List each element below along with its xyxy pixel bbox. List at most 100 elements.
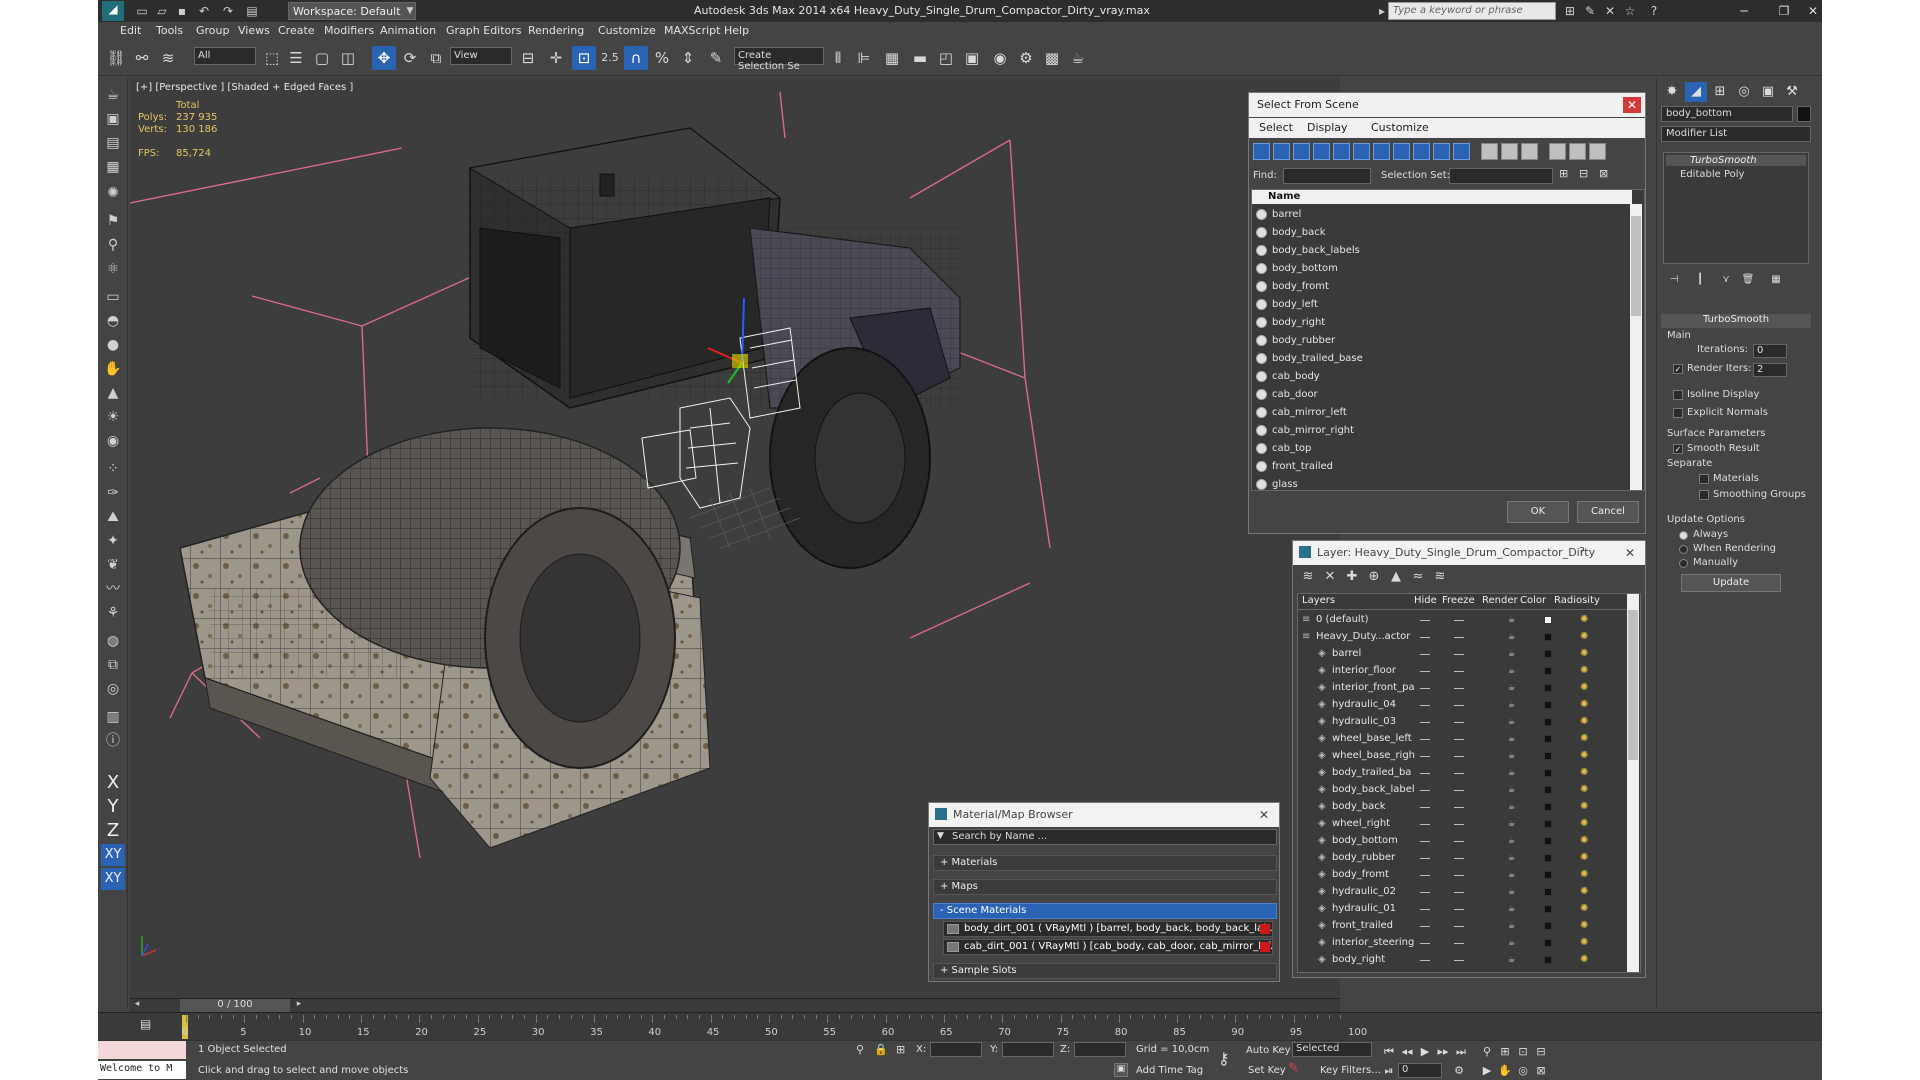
freeze-toggle[interactable] — [1454, 637, 1464, 638]
menu-views[interactable]: Views — [238, 24, 270, 37]
layer-row[interactable]: ◈ wheel_base_left ☕ ✺ — [1298, 731, 1628, 748]
layer-color-swatch[interactable] — [1544, 667, 1552, 675]
graphite-icon[interactable]: ▬ — [908, 46, 932, 70]
layer-row[interactable]: ◈ body_bottom ☕ ✺ — [1298, 833, 1628, 850]
modifier-list-dropdown[interactable]: Modifier List — [1661, 126, 1811, 142]
freeze-toggle[interactable] — [1454, 909, 1464, 910]
stack-item-turbosmooth[interactable]: TurboSmooth — [1666, 155, 1806, 166]
layer-row[interactable]: ◈ hydraulic_02 ☕ ✺ — [1298, 884, 1628, 901]
render-teapot-icon[interactable]: ☕ — [1508, 904, 1518, 914]
freeze-toggle[interactable] — [1454, 892, 1464, 893]
open-icon[interactable]: ▱ — [154, 3, 170, 19]
hide-toggle[interactable] — [1420, 671, 1430, 672]
bind-space-warp-icon[interactable]: ≋ — [156, 46, 180, 70]
auto-key-button[interactable]: Auto Key — [1246, 1045, 1291, 1056]
freeze-toggle[interactable] — [1454, 926, 1464, 927]
mat-section-maps[interactable]: + Maps — [933, 879, 1277, 895]
favorites-star-icon[interactable]: ☆ — [1622, 3, 1638, 19]
menu-customize[interactable]: Customize — [598, 24, 656, 37]
radiosity-icon[interactable]: ✺ — [1580, 648, 1592, 660]
layer-color-swatch[interactable] — [1544, 769, 1552, 777]
update-button[interactable]: Update — [1681, 574, 1781, 592]
hide-toggle[interactable] — [1420, 926, 1430, 927]
layer-row[interactable]: ◈ body_trailed_ba ☕ ✺ — [1298, 765, 1628, 782]
layer-row[interactable]: ◈ body_back ☕ ✺ — [1298, 799, 1628, 816]
layers-column-header[interactable]: Layers — [1302, 595, 1335, 606]
layer-row[interactable]: ◈ wheel_right ☕ ✺ — [1298, 816, 1628, 833]
cone-icon[interactable]: ▲ — [101, 382, 125, 404]
hide-column-header[interactable]: Hide — [1414, 595, 1437, 606]
layer-color-swatch[interactable] — [1544, 684, 1552, 692]
layer-manager-icon[interactable]: ▦ — [880, 46, 904, 70]
radiosity-icon[interactable]: ✺ — [1580, 631, 1592, 643]
menu-help[interactable]: Help — [724, 24, 749, 37]
hand-icon[interactable]: ✋ — [101, 358, 125, 380]
select-rotate-icon[interactable]: ⟳ — [398, 46, 422, 70]
hide-toggle[interactable] — [1420, 875, 1430, 876]
display-tab-icon[interactable]: ▣ — [1757, 82, 1779, 102]
menu-modifiers[interactable]: Modifiers — [324, 24, 374, 37]
layer-row[interactable]: ◈ body_rubber ☕ ✺ — [1298, 850, 1628, 867]
sfs-select-all-icon[interactable] — [1481, 143, 1498, 160]
helper-icon[interactable]: ⚲ — [101, 234, 125, 256]
layer-color-swatch[interactable] — [1544, 956, 1552, 964]
trackbar[interactable]: ▤ 0 5 10 15 20 25 30 35 40 45 50 55 60 65 70 75 80 85 90 95… — [98, 1012, 1822, 1040]
hide-toggle[interactable] — [1420, 756, 1430, 757]
mat-item-cab-dirt[interactable]: cab_dirt_001 ( VRayMtl ) [cab_body, cab_… — [943, 939, 1273, 955]
sfs-selset-edit-icon[interactable]: ⊟ — [1579, 167, 1597, 185]
next-frame-icon[interactable]: ▸ — [292, 999, 306, 1012]
render-teapot-icon[interactable]: ☕ — [1508, 632, 1518, 642]
z-coord-field[interactable] — [1074, 1042, 1126, 1057]
sfs-helpers-icon[interactable] — [1333, 143, 1350, 160]
rendered-frame-icon[interactable]: ▩ — [1040, 46, 1064, 70]
sfs-list-item[interactable]: body_fromt — [1252, 278, 1632, 296]
layer-row[interactable]: ≡ 0 (default) ☕ ✺ — [1298, 612, 1628, 629]
layer-row[interactable]: ◈ body_right ☕ ✺ — [1298, 952, 1628, 969]
render-teapot-icon[interactable]: ☕ — [1508, 819, 1518, 829]
undo-icon[interactable]: ↶ — [196, 3, 212, 19]
sphere-icon[interactable]: ● — [101, 334, 125, 356]
radiosity-icon[interactable]: ✺ — [1580, 869, 1592, 881]
max-logo-icon[interactable]: ◢ — [102, 1, 124, 21]
freeze-toggle[interactable] — [1454, 773, 1464, 774]
mirror-icon[interactable]: ⫴ — [826, 46, 850, 70]
render-teapot-icon[interactable]: ☕ — [1508, 649, 1518, 659]
freeze-toggle[interactable] — [1454, 688, 1464, 689]
set-key-mode-icon[interactable]: ✎ — [1288, 1061, 1299, 1076]
sep-materials-checkbox[interactable] — [1699, 474, 1709, 484]
layer-freeze-all-icon[interactable]: ≋ — [1431, 569, 1449, 585]
layer-row[interactable]: ◈ interior_floor ☕ ✺ — [1298, 663, 1628, 680]
sfs-ok-button[interactable]: OK — [1507, 501, 1569, 523]
key-mode-toggle-icon[interactable]: ⏯ — [1380, 1063, 1398, 1079]
freeze-toggle[interactable] — [1454, 790, 1464, 791]
freeze-column-header[interactable]: Freeze — [1442, 595, 1475, 606]
render-column-header[interactable]: Render — [1482, 595, 1518, 606]
manipulate-icon[interactable]: ✛ — [544, 46, 568, 70]
sfs-list-item[interactable]: body_rubber — [1252, 332, 1632, 350]
layer-row[interactable]: ◈ wheel_base_righ ☕ ✺ — [1298, 748, 1628, 765]
play-icon[interactable]: ▶ — [1416, 1044, 1434, 1060]
radiosity-icon[interactable]: ✺ — [1580, 818, 1592, 830]
layer-color-swatch[interactable] — [1544, 837, 1552, 845]
freeze-toggle[interactable] — [1454, 671, 1464, 672]
render-teapot-icon[interactable]: ☕ — [1508, 853, 1518, 863]
camera-icon[interactable]: ⚑ — [101, 210, 125, 232]
communication-icon[interactable]: ✕ — [1602, 3, 1618, 19]
layer-color-swatch[interactable] — [1544, 701, 1552, 709]
x-coord-field[interactable] — [930, 1042, 982, 1057]
hide-toggle[interactable] — [1420, 773, 1430, 774]
mat-item-body-dirt[interactable]: body_dirt_001 ( VRayMtl ) [barrel, body_… — [943, 921, 1273, 937]
hide-toggle[interactable] — [1420, 909, 1430, 910]
dome-icon[interactable]: ◓ — [101, 310, 125, 332]
curve-editor-icon[interactable]: ◰ — [934, 46, 958, 70]
unlink-icon[interactable]: ⚯ — [130, 46, 154, 70]
object-name-field[interactable]: body_bottom — [1661, 106, 1793, 122]
render-teapot-icon[interactable]: ☕ — [1508, 700, 1518, 710]
sfs-list-item[interactable]: body_trailed_base — [1252, 350, 1632, 368]
workspace-dropdown[interactable]: Workspace: Default — [288, 2, 416, 20]
time-slider-counter[interactable]: 0 / 100 — [180, 999, 290, 1012]
create-tab-icon[interactable]: ✸ — [1661, 82, 1683, 102]
maximize-viewport-icon[interactable]: ⊠ — [1532, 1063, 1550, 1079]
layer-color-swatch[interactable] — [1544, 633, 1552, 641]
modify-tab-icon[interactable]: ◢ — [1685, 82, 1707, 102]
